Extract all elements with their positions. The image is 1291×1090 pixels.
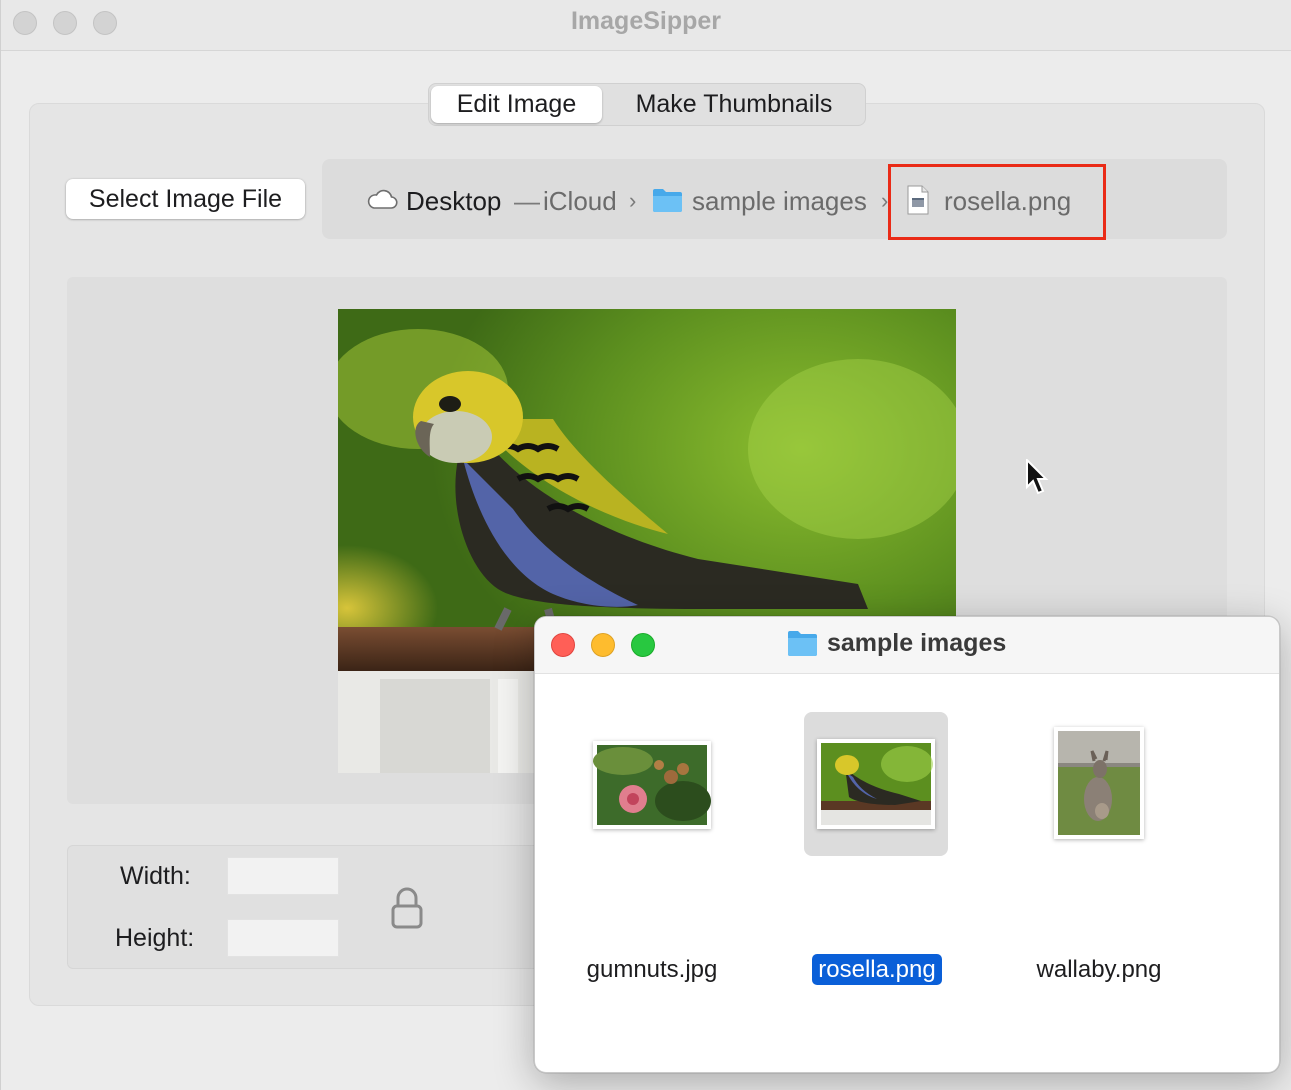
cloud-icon bbox=[366, 187, 398, 216]
width-label: Width: bbox=[120, 862, 191, 890]
arrow-cursor-icon bbox=[1025, 457, 1049, 500]
tab-edit-image[interactable]: Edit Image bbox=[431, 86, 602, 123]
highlight-annotation-box bbox=[888, 164, 1106, 240]
gumnuts-thumbnail bbox=[593, 741, 711, 829]
file-name: rosella.png bbox=[812, 954, 942, 985]
minimize-button[interactable] bbox=[591, 633, 615, 657]
path-location: iCloud bbox=[543, 186, 617, 216]
finder-title-bar: sample images bbox=[535, 617, 1279, 674]
title-bar: ImageSipper bbox=[1, 0, 1291, 51]
chevron-right-icon: › bbox=[629, 188, 637, 213]
rosella-thumbnail bbox=[817, 739, 935, 829]
path-folder[interactable]: sample images bbox=[692, 186, 867, 217]
lock-icon[interactable] bbox=[390, 886, 424, 935]
file-name: gumnuts.jpg bbox=[586, 956, 718, 983]
height-label: Height: bbox=[115, 924, 195, 952]
path-root[interactable]: Desktop bbox=[406, 186, 501, 217]
path-separator: — bbox=[514, 186, 540, 216]
folder-icon bbox=[787, 629, 818, 662]
file-name: wallaby.png bbox=[1036, 956, 1162, 983]
window-title: ImageSipper bbox=[570, 7, 722, 35]
tab-segmented-control: Edit Image Make Thumbnails bbox=[428, 83, 866, 126]
height-field[interactable] bbox=[227, 919, 339, 957]
tab-make-thumbnails[interactable]: Make Thumbnails bbox=[607, 86, 861, 123]
finder-window: sample images gumnuts.jpg rosella.png wa… bbox=[534, 616, 1280, 1073]
close-button[interactable] bbox=[551, 633, 575, 657]
select-image-file-button[interactable]: Select Image File bbox=[66, 179, 305, 219]
folder-icon bbox=[652, 187, 683, 218]
wallaby-thumbnail bbox=[1054, 727, 1144, 839]
width-field[interactable] bbox=[227, 857, 339, 895]
finder-title: sample images bbox=[827, 629, 1007, 657]
zoom-button[interactable] bbox=[631, 633, 655, 657]
size-panel: Width: Height: bbox=[67, 845, 567, 969]
